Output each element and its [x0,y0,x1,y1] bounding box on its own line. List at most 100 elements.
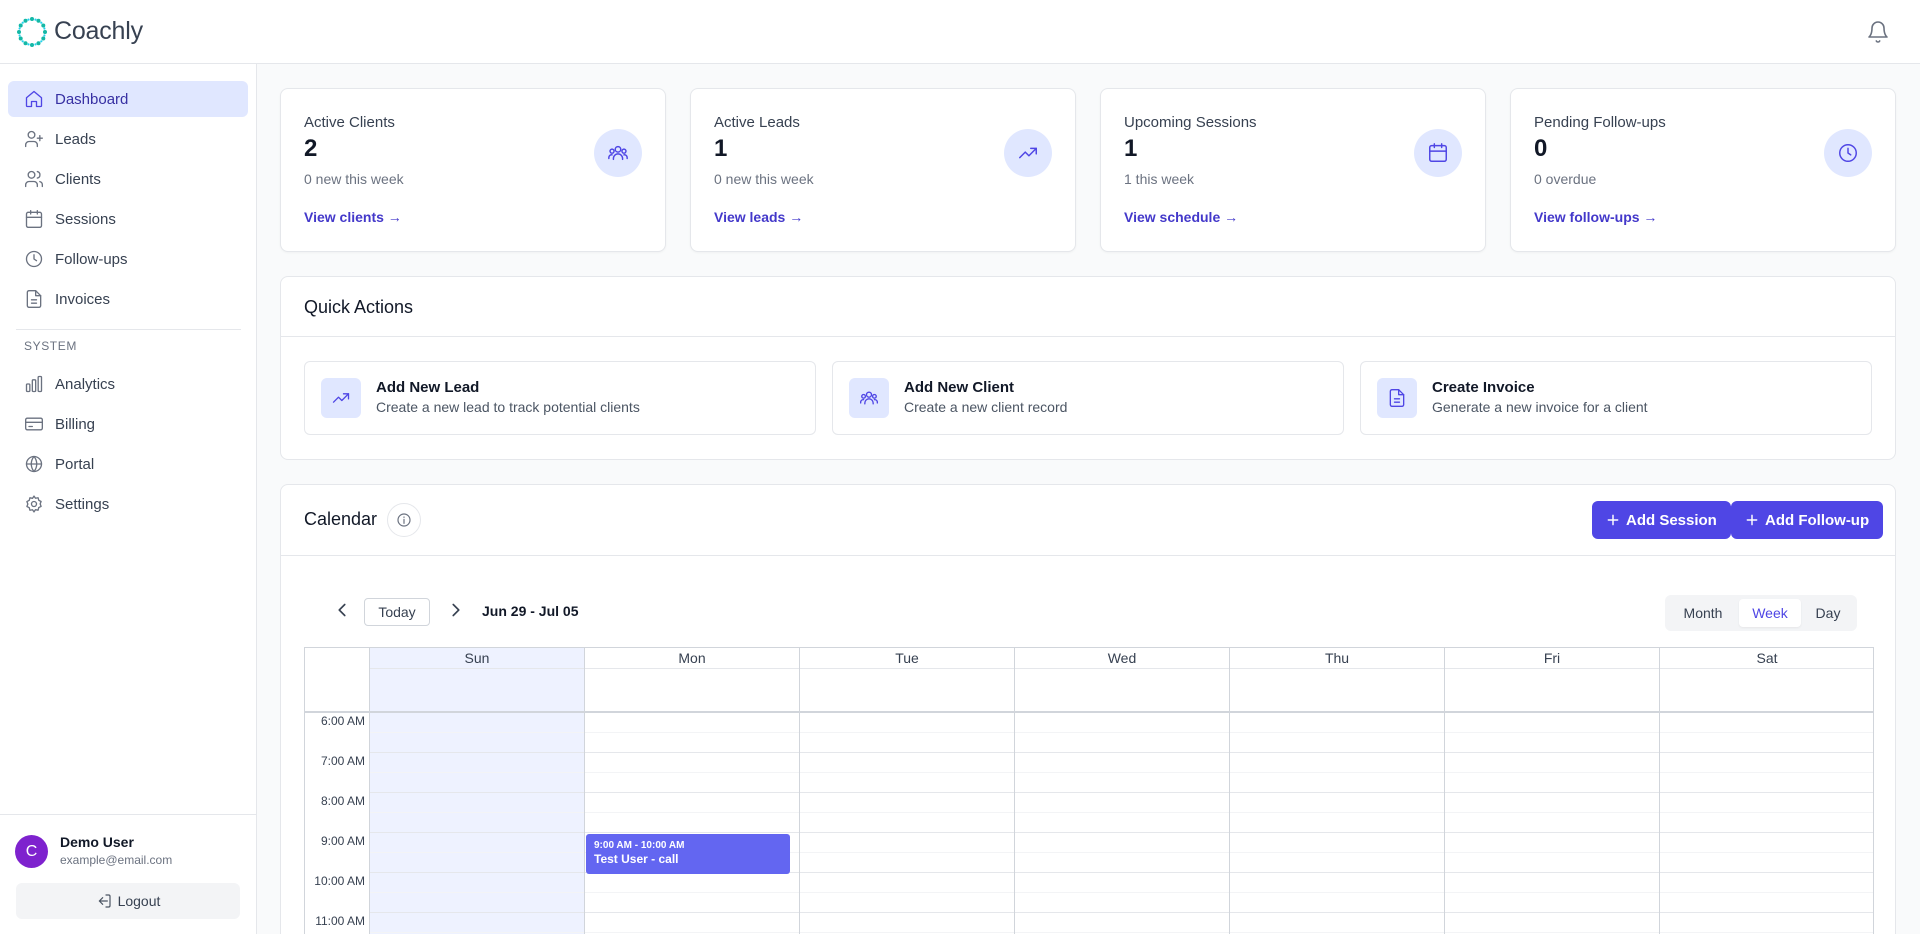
hour-line [370,832,1873,833]
brand[interactable]: Coachly [16,16,143,48]
plus-icon [1607,514,1619,526]
sidebar-item-settings[interactable]: Settings [8,486,248,522]
view-clients-link[interactable]: View clients → [304,209,402,225]
quick-action-desc: Generate a new invoice for a client [1432,399,1648,415]
sidebar-item-dashboard[interactable]: Dashboard [8,81,248,117]
logout-label: Logout [117,893,161,909]
header-separator [305,711,1873,713]
top-bar: Coachly [0,0,1920,64]
stat-label: Active Clients [304,114,395,131]
info-icon[interactable] [387,503,421,537]
hour-line [370,912,1873,913]
add-follow-up-button[interactable]: Add Follow-up [1731,501,1884,539]
app-name: Coachly [54,17,143,45]
clock-icon [1824,129,1872,177]
today-button[interactable]: Today [364,598,430,626]
quick-actions-panel: Quick Actions Add New Lead Create a new … [280,276,1896,460]
view-follow-ups-link[interactable]: View follow-ups → [1534,209,1657,225]
logout-button[interactable]: Logout [16,883,240,919]
sidebar: Dashboard Leads Clients Sessions Follow-… [0,64,257,934]
half-hour-line [370,732,1873,733]
view-week-button[interactable]: Week [1739,599,1801,627]
user-plus-icon [25,130,43,148]
sidebar-item-label: Leads [55,130,96,148]
bar-chart-icon [25,375,43,393]
user-name: Demo User [60,834,134,850]
bell-icon[interactable] [1866,20,1890,44]
calendar-title: Calendar [304,509,378,529]
sidebar-item-portal[interactable]: Portal [8,446,248,482]
column-line [1014,648,1015,934]
sidebar-item-follow-ups[interactable]: Follow-ups [8,241,248,277]
section-label-system: SYSTEM [24,339,77,353]
users-icon [594,129,642,177]
view-day-button[interactable]: Day [1803,599,1853,627]
quick-action-desc: Create a new lead to track potential cli… [376,399,640,415]
sidebar-divider [16,329,241,330]
sidebar-item-label: Clients [55,170,101,188]
view-toggle: Month Week Day [1665,595,1857,631]
half-hour-line [370,932,1873,933]
day-header-sat: Sat [1756,650,1778,666]
sidebar-item-billing[interactable]: Billing [8,406,248,442]
sidebar-item-label: Sessions [55,210,116,228]
avatar[interactable]: C [15,835,48,868]
sidebar-item-leads[interactable]: Leads [8,121,248,157]
day-header-fri: Fri [1543,650,1561,666]
sidebar-item-label: Follow-ups [55,250,128,268]
stat-sub: 0 new this week [714,171,814,187]
calendar-event[interactable]: 9:00 AM - 10:00 AM Test User - call [586,834,790,874]
stat-sub: 1 this week [1124,171,1195,187]
calendar-icon [1414,129,1462,177]
divider [281,555,1895,556]
plus-icon [1746,514,1758,526]
column-line [369,648,370,934]
time-label: 10:00 AM [314,874,365,888]
add-follow-up-label: Add Follow-up [1765,511,1870,529]
sidebar-item-sessions[interactable]: Sessions [8,201,248,237]
trending-up-icon [321,378,361,418]
half-hour-line [370,772,1873,773]
header-row-line [370,668,1873,669]
column-line [1444,648,1445,934]
add-session-button[interactable]: Add Session [1592,501,1731,539]
column-line [799,648,800,934]
stat-card-pending-follow-ups: Pending Follow-ups 0 0 overdue View foll… [1510,88,1896,252]
sidebar-item-clients[interactable]: Clients [8,161,248,197]
stat-label: Upcoming Sessions [1124,114,1257,131]
time-label: 11:00 AM [315,914,365,928]
stat-card-upcoming-sessions: Upcoming Sessions 1 1 this week View sch… [1100,88,1486,252]
sidebar-item-invoices[interactable]: Invoices [8,281,248,317]
stat-value: 1 [714,135,728,162]
clock-icon [25,250,43,268]
sidebar-item-label: Settings [55,495,110,513]
sidebar-item-label: Invoices [55,290,111,308]
view-month-button[interactable]: Month [1669,599,1737,627]
sidebar-item-analytics[interactable]: Analytics [8,366,248,402]
sidebar-item-label: Portal [55,455,95,473]
stat-label: Pending Follow-ups [1534,114,1666,131]
column-line [1659,648,1660,934]
home-icon [25,90,43,108]
quick-action-title: Add New Lead [376,379,480,396]
all-day-row[interactable] [305,668,1873,711]
day-header-sun: Sun [464,650,490,666]
globe-icon [25,455,43,473]
divider [281,336,1895,337]
sidebar-item-label: Billing [55,415,96,433]
view-schedule-link[interactable]: View schedule → [1124,209,1238,225]
add-session-label: Add Session [1626,511,1717,529]
quick-action-create-invoice[interactable]: Create Invoice Generate a new invoice fo… [1360,361,1872,435]
sidebar-item-label: Analytics [55,375,116,393]
quick-action-add-client[interactable]: Add New Client Create a new client recor… [832,361,1344,435]
hour-line [370,792,1873,793]
user-email: example@email.com [60,853,173,867]
day-header-tue: Tue [895,650,919,666]
column-line [584,648,585,934]
calendar-week-grid: Sun Mon Tue Wed Thu Fri Sat 6:00 AM 7:00… [304,647,1874,934]
chevron-left-icon[interactable] [331,599,353,621]
stat-card-active-clients: Active Clients 2 0 new this week View cl… [280,88,666,252]
quick-action-add-lead[interactable]: Add New Lead Create a new lead to track … [304,361,816,435]
chevron-right-icon[interactable] [445,599,467,621]
view-leads-link[interactable]: View leads → [714,209,803,225]
